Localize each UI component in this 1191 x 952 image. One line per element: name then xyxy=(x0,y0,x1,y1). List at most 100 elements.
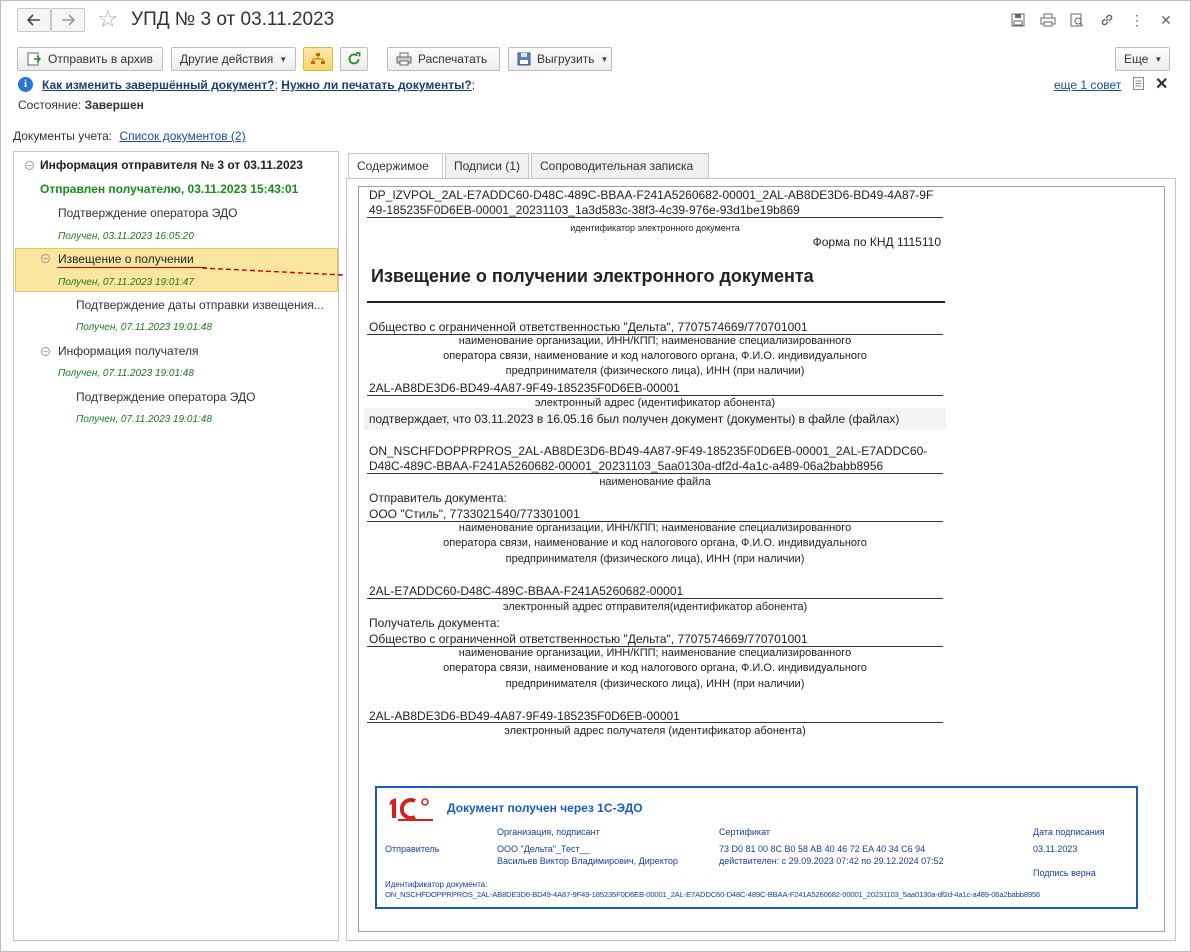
tip-separator: ; xyxy=(471,78,476,92)
recipient-caption-2: оператора связи, наименование и код нало… xyxy=(443,662,867,674)
tab-cover-note[interactable]: Сопроводительная записка xyxy=(531,153,709,179)
send-archive-label: Отправить в архив xyxy=(48,52,153,66)
stamp-role: Отправитель xyxy=(385,844,440,854)
tab-signatures[interactable]: Подписи (1) xyxy=(445,153,529,179)
tree-item-sender-info[interactable]: Информация отправителя № 3 от 03.11.2023 xyxy=(40,158,303,172)
other-actions-button[interactable]: Другие действия ▼ xyxy=(171,47,296,71)
underline xyxy=(367,217,943,218)
send-archive-button[interactable]: Отправить в архив xyxy=(17,47,163,71)
documents-label: Документы учета: xyxy=(13,129,113,143)
collapse-icon[interactable]: − xyxy=(25,161,34,170)
structure-button[interactable] xyxy=(303,47,333,71)
tree-item-status: Получен, 07.11.2023 19:01:48 xyxy=(76,414,212,425)
stamp-col-cert: Сертификат xyxy=(719,827,770,837)
chevron-down-icon: ▼ xyxy=(1154,54,1163,64)
edo-stamp: Документ получен через 1С-ЭДО Организаци… xyxy=(375,786,1138,909)
tree-status-sent: Отправлен получателю, 03.11.2023 15:43:0… xyxy=(40,182,299,196)
preview-icon[interactable] xyxy=(1068,11,1086,29)
doc-confirm: подтверждает, что 03.11.2023 в 16.05.16 … xyxy=(369,412,900,426)
tab-content[interactable]: Содержимое xyxy=(348,153,443,179)
sender-caption-1: наименование организации, ИНН/КПП; наиме… xyxy=(458,522,852,534)
printer-icon xyxy=(396,51,412,67)
file-line1: ON_NSCHFDOPPRPROS_2AL-AB8DE3D6-BD49-4A87… xyxy=(369,444,928,458)
collapse-icon[interactable]: − xyxy=(41,254,50,263)
recipient-caption-3: предпринимателя (физического лица), ИНН … xyxy=(505,678,805,690)
stamp-valid: действителен: с 29.09.2023 07:42 по 29.1… xyxy=(719,856,944,866)
1c-logo-icon xyxy=(385,796,437,822)
tips-list-icon[interactable] xyxy=(1133,77,1144,93)
recipient-label: Получатель документа: xyxy=(369,616,500,630)
status-row: Состояние: Завершен xyxy=(18,98,144,112)
tree-item-operator-confirm[interactable]: Подтверждение оператора ЭДО xyxy=(58,206,238,220)
underline xyxy=(367,722,943,723)
status-value: Завершен xyxy=(84,98,144,112)
back-button[interactable] xyxy=(17,8,51,32)
selected-underline xyxy=(57,267,206,268)
favorite-star-icon[interactable]: ☆ xyxy=(97,5,119,34)
export-label: Выгрузить xyxy=(537,52,595,66)
more-button[interactable]: Еще ▼ xyxy=(1115,47,1170,71)
file-caption: наименование файла xyxy=(599,476,711,488)
arrow-left-icon xyxy=(27,14,40,26)
recipient-addr-caption: электронный адрес получателя (идентифика… xyxy=(504,725,806,737)
more-vert-icon[interactable]: ⋮ xyxy=(1128,11,1146,29)
documents-row: Документы учета: Список документов (2) xyxy=(13,129,246,143)
stamp-col-org: Организация, подписант xyxy=(497,827,600,837)
refresh-icon xyxy=(348,52,361,65)
form-knd: Форма по КНД 1115110 xyxy=(812,235,941,249)
tip-separator: ; xyxy=(274,78,278,92)
underline xyxy=(367,395,943,396)
sender-label: Отправитель документа: xyxy=(369,491,507,505)
arrow-right-icon xyxy=(62,14,75,26)
save-icon[interactable] xyxy=(1009,11,1027,29)
stamp-sig-ok: Подпись верна xyxy=(1033,868,1096,878)
refresh-button[interactable] xyxy=(340,47,368,71)
doc-heading: Извещение о получении электронного докум… xyxy=(371,266,814,286)
tree-item-status: Получен, 03.11.2023 16:05:20 xyxy=(58,231,194,242)
doc-org1: Общество с ограниченной ответственностью… xyxy=(369,320,808,334)
collapse-icon[interactable]: − xyxy=(41,347,50,356)
org-caption-1: наименование организации, ИНН/КПП; наиме… xyxy=(458,335,852,347)
tips-row: Как изменить завершённый документ?; Нужн… xyxy=(42,78,475,92)
sender-addr-caption: электронный адрес отправителя(идентифика… xyxy=(502,601,808,613)
close-icon[interactable]: ✕ xyxy=(1157,11,1175,29)
tree-item-recipient-info[interactable]: Информация получателя xyxy=(58,344,199,358)
link-icon[interactable] xyxy=(1098,11,1116,29)
tree-item-status: Получен, 07.11.2023 19:01:48 xyxy=(58,368,194,379)
stamp-cert: 73 D0 81 00 8C B0 58 AB 40 46 72 EA 40 3… xyxy=(719,844,926,854)
stamp-col-date: Дата подписания xyxy=(1033,827,1105,837)
stamp-date: 03.11.2023 xyxy=(1033,844,1078,854)
tip-link-edit[interactable]: Как изменить завершённый документ? xyxy=(42,78,275,92)
chevron-down-icon: ▼ xyxy=(600,54,609,64)
print-button[interactable]: Распечатать xyxy=(387,47,500,71)
close-tips-icon[interactable]: ✕ xyxy=(1155,74,1168,94)
doc-addr1: 2AL-AB8DE3D6-BD49-4A87-9F49-185235F0D6EB… xyxy=(369,381,680,395)
sender-caption-3: предпринимателя (физического лица), ИНН … xyxy=(505,553,805,565)
doc-id-line2: 49-185235F0D6EB-00001_20231103_1a3d583c-… xyxy=(369,203,800,217)
documents-list-link[interactable]: Список документов (2) xyxy=(119,129,245,143)
tree-item-status: Получен, 07.11.2023 19:01:48 xyxy=(76,322,212,333)
sender-caption-2: оператора связи, наименование и код нало… xyxy=(443,537,867,549)
org-caption-2: оператора связи, наименование и код нало… xyxy=(443,350,867,362)
stamp-docid-label: Идентификатор документа: xyxy=(385,880,488,889)
floppy-icon xyxy=(517,51,531,67)
recipient-org: Общество с ограниченной ответственностью… xyxy=(369,632,808,646)
print-icon[interactable] xyxy=(1039,11,1057,29)
export-button[interactable]: Выгрузить ▼ xyxy=(508,47,612,71)
tree-item-operator-confirm[interactable]: Подтверждение оператора ЭДО xyxy=(76,390,256,404)
tip-link-print[interactable]: Нужно ли печатать документы? xyxy=(281,78,471,92)
sender-org: ООО "Стиль", 7733021540/773301001 xyxy=(369,507,580,521)
tree-item-receipt-notice[interactable]: Извещение о получении xyxy=(58,252,194,266)
stamp-signer: Васильев Виктор Владимирович, Директор xyxy=(497,856,678,866)
stamp-title: Документ получен через 1С-ЭДО xyxy=(447,801,643,815)
print-label: Распечатать xyxy=(418,52,488,66)
tree-item-send-date-confirm[interactable]: Подтверждение даты отправки извещения... xyxy=(76,298,324,312)
sender-addr: 2AL-E7ADDC60-D48C-489C-BBAA-F241A5260682… xyxy=(369,584,684,598)
heading-rule xyxy=(367,301,945,303)
more-label: Еще xyxy=(1124,52,1149,66)
org-caption-3: предпринимателя (физического лица), ИНН … xyxy=(505,365,805,377)
status-label: Состояние: xyxy=(18,98,82,112)
more-tips-link[interactable]: еще 1 совет xyxy=(1054,78,1121,92)
forward-button[interactable] xyxy=(51,8,85,32)
recipient-addr: 2AL-AB8DE3D6-BD49-4A87-9F49-185235F0D6EB… xyxy=(369,709,680,723)
